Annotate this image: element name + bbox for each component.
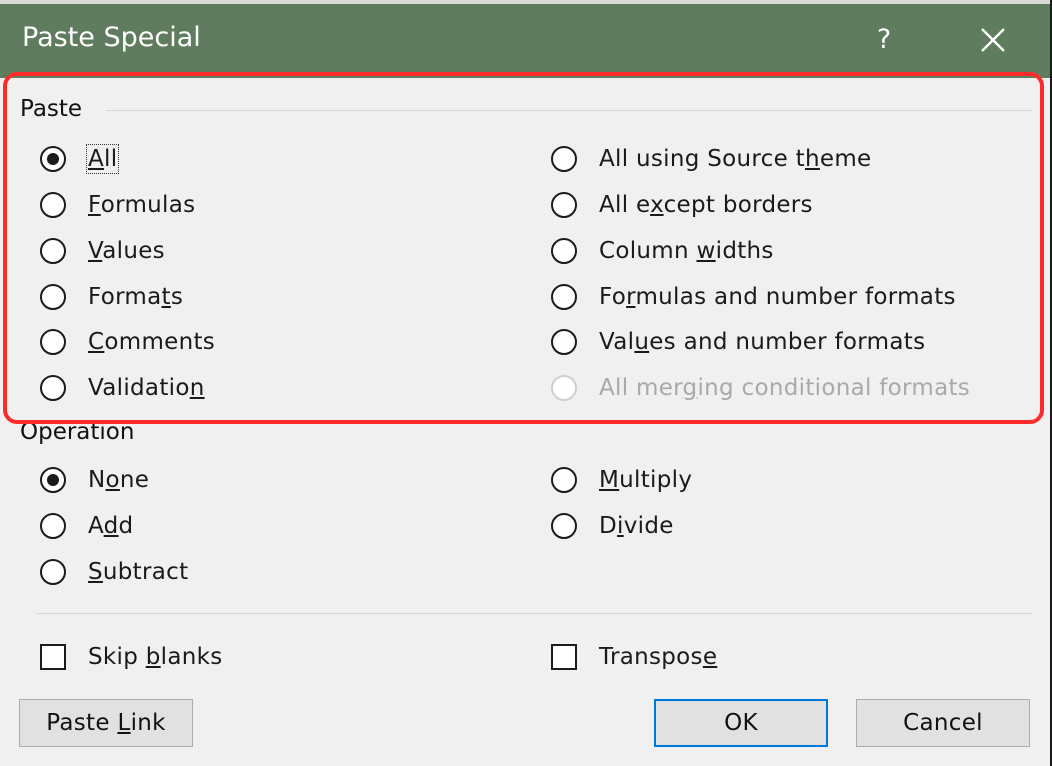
paste-all-except-borders-label: All except borders	[599, 192, 813, 218]
paste-formats-label: Formats	[88, 284, 184, 310]
operation-divide-radio[interactable]	[551, 513, 577, 539]
paste-values-radio[interactable]	[40, 238, 66, 264]
paste-all-using-source-theme-label: All using Source theme	[599, 146, 872, 172]
skip-blanks-label: Skip blanks	[88, 644, 223, 670]
paste-all-merging-conditional-formats-option: All merging conditional formats	[551, 368, 970, 408]
paste-all-except-borders-option[interactable]: All except borders	[551, 185, 813, 225]
paste-formulas-label: Formulas	[88, 192, 196, 218]
skip-blanks-option[interactable]: Skip blanks	[40, 637, 223, 677]
operation-none-radio[interactable]	[40, 467, 66, 493]
cancel-button[interactable]: Cancel	[856, 699, 1030, 747]
paste-validation-label: Validation	[88, 375, 205, 401]
paste-column-widths-radio[interactable]	[551, 238, 577, 264]
paste-formulas-option[interactable]: Formulas	[40, 185, 195, 225]
operation-multiply-label: Multiply	[599, 467, 693, 493]
operation-subtract-radio[interactable]	[40, 559, 66, 585]
paste-formulas-and-number-formats-option[interactable]: Formulas and number formats	[551, 277, 956, 317]
paste-all-option[interactable]: All	[40, 139, 120, 179]
help-button[interactable]: ?	[862, 20, 906, 60]
operation-group-label: Operation	[20, 419, 135, 445]
paste-comments-radio[interactable]	[40, 329, 66, 355]
paste-values-and-number-formats-label: Values and number formats	[599, 329, 926, 355]
title-bar[interactable]: Paste Special ?	[0, 0, 1050, 78]
options-divider	[36, 613, 1032, 614]
transpose-checkbox[interactable]	[551, 644, 577, 670]
operation-add-option[interactable]: Add	[40, 506, 133, 546]
transpose-option[interactable]: Transpose	[551, 637, 717, 677]
paste-special-dialog: Paste Special ? Paste All Formulas Value…	[0, 0, 1052, 766]
paste-column-widths-option[interactable]: Column widths	[551, 231, 774, 271]
paste-formulas-and-number-formats-label: Formulas and number formats	[599, 284, 956, 310]
paste-formulas-radio[interactable]	[40, 192, 66, 218]
paste-all-merging-conditional-formats-radio	[551, 375, 577, 401]
paste-comments-option[interactable]: Comments	[40, 322, 215, 362]
operation-multiply-radio[interactable]	[551, 467, 577, 493]
dialog-title: Paste Special	[22, 22, 201, 53]
paste-formulas-and-number-formats-radio[interactable]	[551, 284, 577, 310]
paste-group-divider	[106, 110, 1032, 111]
paste-values-and-number-formats-option[interactable]: Values and number formats	[551, 322, 925, 362]
paste-all-using-source-theme-option[interactable]: All using Source theme	[551, 139, 872, 179]
operation-divide-option[interactable]: Divide	[551, 506, 674, 546]
operation-subtract-option[interactable]: Subtract	[40, 552, 188, 592]
close-icon	[981, 28, 1005, 52]
paste-formats-option[interactable]: Formats	[40, 277, 183, 317]
operation-none-option[interactable]: None	[40, 460, 149, 500]
paste-validation-option[interactable]: Validation	[40, 368, 205, 408]
paste-all-merging-conditional-formats-label: All merging conditional formats	[599, 375, 971, 401]
skip-blanks-checkbox[interactable]	[40, 644, 66, 670]
paste-link-button[interactable]: Paste Link	[19, 699, 193, 747]
operation-multiply-option[interactable]: Multiply	[551, 460, 692, 500]
operation-add-label: Add	[88, 513, 134, 539]
title-bar-top-strip	[0, 0, 1050, 4]
paste-all-radio[interactable]	[40, 146, 66, 172]
paste-formats-radio[interactable]	[40, 284, 66, 310]
paste-values-and-number-formats-radio[interactable]	[551, 329, 577, 355]
paste-validation-radio[interactable]	[40, 375, 66, 401]
operation-none-label: None	[88, 467, 150, 493]
paste-all-using-source-theme-radio[interactable]	[551, 146, 577, 172]
paste-values-label: Values	[88, 238, 165, 264]
paste-all-except-borders-radio[interactable]	[551, 192, 577, 218]
operation-add-radio[interactable]	[40, 513, 66, 539]
paste-group-label: Paste	[20, 96, 83, 122]
paste-values-option[interactable]: Values	[40, 231, 165, 271]
paste-comments-label: Comments	[88, 329, 216, 355]
ok-button[interactable]: OK	[654, 699, 828, 747]
paste-all-label: All	[85, 144, 120, 174]
paste-column-widths-label: Column widths	[599, 238, 774, 264]
operation-subtract-label: Subtract	[88, 559, 189, 585]
transpose-label: Transpose	[599, 644, 718, 670]
operation-divide-label: Divide	[599, 513, 674, 539]
close-button[interactable]	[965, 18, 1021, 62]
